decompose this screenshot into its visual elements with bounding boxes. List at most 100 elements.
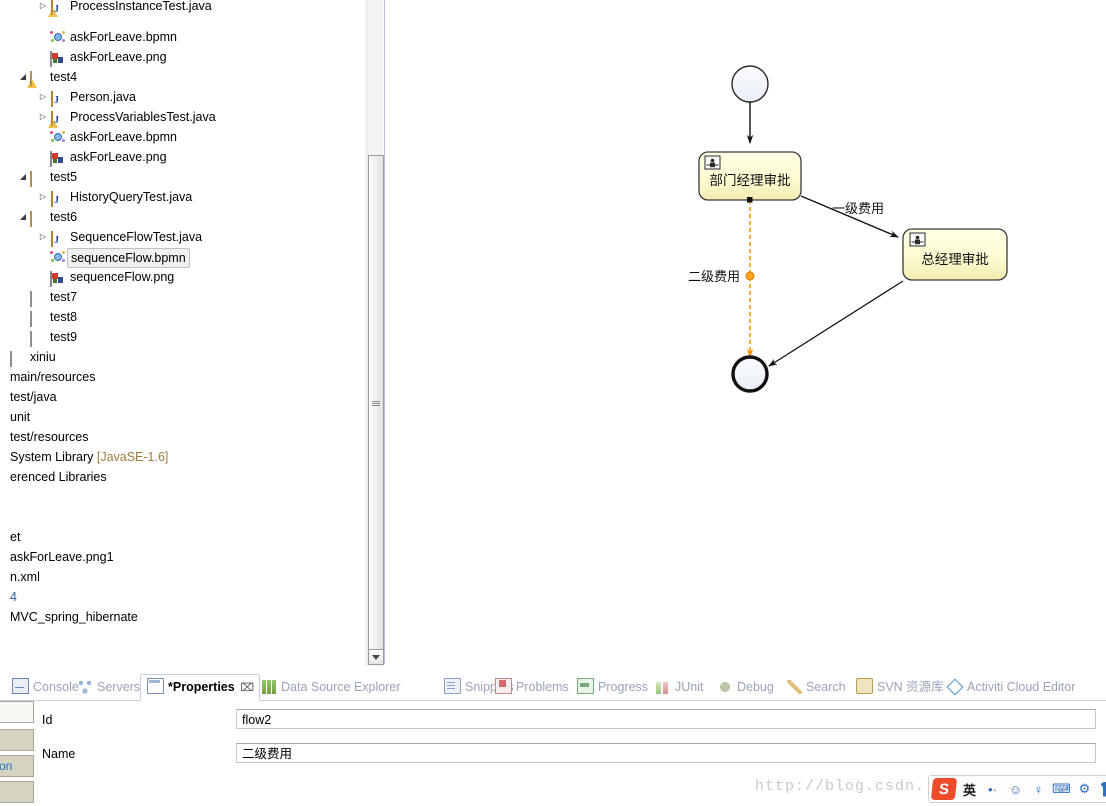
tree-item[interactable]: test9: [0, 327, 366, 347]
tree-item-icon: [10, 349, 26, 367]
view-tab-servers[interactable]: Servers: [72, 675, 146, 699]
tree-item-icon: [50, 229, 66, 247]
tree-item[interactable]: xiniu: [0, 347, 366, 367]
tree-item[interactable]: 4: [0, 587, 366, 607]
tree-item[interactable]: ▷ SequenceFlowTest.java: [0, 227, 366, 247]
tree-item[interactable]: askForLeave.bpmn: [0, 127, 366, 147]
tree-item[interactable]: erenced Libraries: [0, 467, 366, 487]
tree-item-label: test6: [50, 210, 78, 224]
tree-expand-arrow[interactable]: ▷: [38, 0, 48, 16]
sogou-ime-toolbar[interactable]: S 英 •· ☺ ♀ ⌨ ⚙: [928, 775, 1106, 803]
tree-item[interactable]: ▷ ProcessInstanceTest.java: [0, 0, 366, 17]
tree-expand-arrow[interactable]: ◢: [18, 167, 28, 187]
tree-item-label: et: [10, 530, 21, 544]
data-source-icon: [262, 680, 277, 694]
tree-item[interactable]: sequenceFlow.bpmn: [0, 247, 366, 268]
tree-item[interactable]: ▷ HistoryQueryTest.java: [0, 187, 366, 207]
tree-expand-arrow[interactable]: ▷: [38, 227, 48, 247]
package-explorer-tree[interactable]: ▷ ProcessInstanceTest.java askForLeave.bpm…: [0, 0, 366, 666]
tree-item-label: sequenceFlow.png: [70, 270, 175, 284]
view-tab-activiti-cloud-editor[interactable]: Activiti Cloud Editor: [942, 675, 1081, 699]
tree-expand-arrow[interactable]: ◢: [18, 207, 28, 227]
tree-item-label: askForLeave.png: [70, 150, 167, 164]
tree-item[interactable]: ▷ ProcessVariablesTest.java: [0, 107, 366, 128]
tree-item[interactable]: askForLeave.png: [0, 147, 366, 167]
voice-input-button[interactable]: ♀: [1028, 779, 1049, 800]
soft-keyboard-button[interactable]: ⌨: [1051, 779, 1072, 800]
tree-expand-arrow[interactable]: ▷: [38, 87, 48, 107]
flow-general-to-end[interactable]: [768, 280, 904, 367]
tree-item-label: unit: [10, 410, 31, 424]
tree-item[interactable]: n.xml: [0, 567, 366, 587]
tree-item[interactable]: ◢ test6: [0, 207, 366, 227]
emoji-button[interactable]: ☺: [1005, 779, 1026, 800]
flow2-sequence-selected[interactable]: 二级费用: [688, 197, 755, 364]
property-tab[interactable]: on: [0, 755, 34, 777]
bpmn-canvas[interactable]: 部门经理审批 一级费用 总经理审批 二级费用: [385, 0, 1106, 664]
tree-item-label: test4: [50, 70, 78, 84]
tree-item[interactable]: askForLeave.png: [0, 47, 366, 67]
explorer-vertical-scrollbar[interactable]: [366, 0, 384, 666]
toolbox-button[interactable]: ⚙: [1074, 779, 1095, 800]
language-mode-button[interactable]: 英: [959, 779, 980, 800]
tree-item-selected[interactable]: sequenceFlow.bpmn: [67, 248, 190, 268]
view-tab-progress[interactable]: Progress: [571, 675, 654, 699]
skin-button[interactable]: [1097, 779, 1106, 800]
tree-item[interactable]: askForLeave.bpmn: [0, 27, 366, 47]
explorer-scroll-thumb[interactable]: [368, 155, 384, 657]
view-tab-properties[interactable]: *Properties ⌧: [140, 674, 261, 702]
view-tab-problems[interactable]: Problems: [489, 675, 575, 699]
task-general-manager[interactable]: 总经理审批: [902, 228, 1008, 281]
tree-item[interactable]: test/java: [0, 387, 366, 407]
task-dept-manager[interactable]: 部门经理审批: [698, 151, 802, 201]
tree-item[interactable]: askForLeave.png1: [0, 547, 366, 567]
property-input-name[interactable]: 二级费用: [236, 743, 1096, 763]
tree-item[interactable]: ▷ Person.java: [0, 87, 366, 107]
tree-item[interactable]: ◢test4: [0, 67, 366, 88]
tree-expand-arrow[interactable]: ▷: [38, 187, 48, 207]
tree-item-label: test9: [50, 330, 78, 344]
property-input-id[interactable]: flow2: [236, 709, 1096, 729]
tree-item-label: ProcessVariablesTest.java: [70, 110, 216, 124]
end-event[interactable]: [731, 355, 769, 393]
property-tab[interactable]: [0, 701, 34, 723]
bpmn-editor[interactable]: 部门经理审批 一级费用 总经理审批 二级费用: [384, 0, 1106, 664]
property-tab-label: on: [0, 759, 13, 773]
view-tab-junit[interactable]: JUnit: [650, 675, 709, 699]
task-dept-manager-label: 部门经理审批: [710, 173, 791, 189]
tree-item-label: test8: [50, 310, 78, 324]
flow1-sequence[interactable]: 一级费用: [800, 195, 899, 238]
view-tab-debug[interactable]: Debug: [712, 675, 780, 699]
view-tab-bar[interactable]: Console Servers *Properties ⌧ Data Source Ex…: [0, 672, 1106, 702]
view-tab-data-source-explorer[interactable]: Data Source Explorer: [256, 675, 407, 699]
property-tab[interactable]: [0, 729, 34, 751]
tree-item[interactable]: MVC_spring_hibernate: [0, 607, 366, 627]
activiti-icon: [948, 680, 963, 694]
property-tab[interactable]: [0, 781, 34, 803]
tone-button[interactable]: •·: [982, 779, 1003, 800]
view-tab-label: JUnit: [675, 680, 704, 694]
view-tab-svn[interactable]: SVN 资源库: [850, 675, 950, 699]
tree-item[interactable]: et: [0, 527, 366, 547]
explorer-scroll-down-arrow[interactable]: [368, 649, 384, 665]
tree-item[interactable]: System Library [JavaSE-1.6]: [0, 447, 366, 467]
tree-expand-arrow[interactable]: ▷: [38, 107, 48, 127]
properties-tab-list[interactable]: on: [0, 701, 34, 806]
view-tab-search[interactable]: Search: [781, 675, 852, 699]
tree-item[interactable]: test7: [0, 287, 366, 307]
tree-item[interactable]: test8: [0, 307, 366, 327]
tree-item[interactable]: ◢ test5: [0, 167, 366, 187]
sogou-logo-icon[interactable]: S: [930, 778, 958, 800]
tree-item-icon: [50, 249, 66, 265]
view-tab-label: Servers: [97, 680, 141, 694]
tree-item[interactable]: main/resources: [0, 367, 366, 387]
tree-item[interactable]: test/resources: [0, 427, 366, 447]
tree-item[interactable]: sequenceFlow.png: [0, 267, 366, 287]
tree-item-label: ProcessInstanceTest.java: [70, 0, 212, 13]
property-row: Id flow2: [30, 709, 1106, 737]
close-icon[interactable]: ⌧: [240, 676, 254, 701]
servers-icon: [78, 680, 93, 694]
tree-item[interactable]: unit: [0, 407, 366, 427]
console-icon: [12, 678, 29, 694]
start-event[interactable]: [731, 65, 769, 103]
